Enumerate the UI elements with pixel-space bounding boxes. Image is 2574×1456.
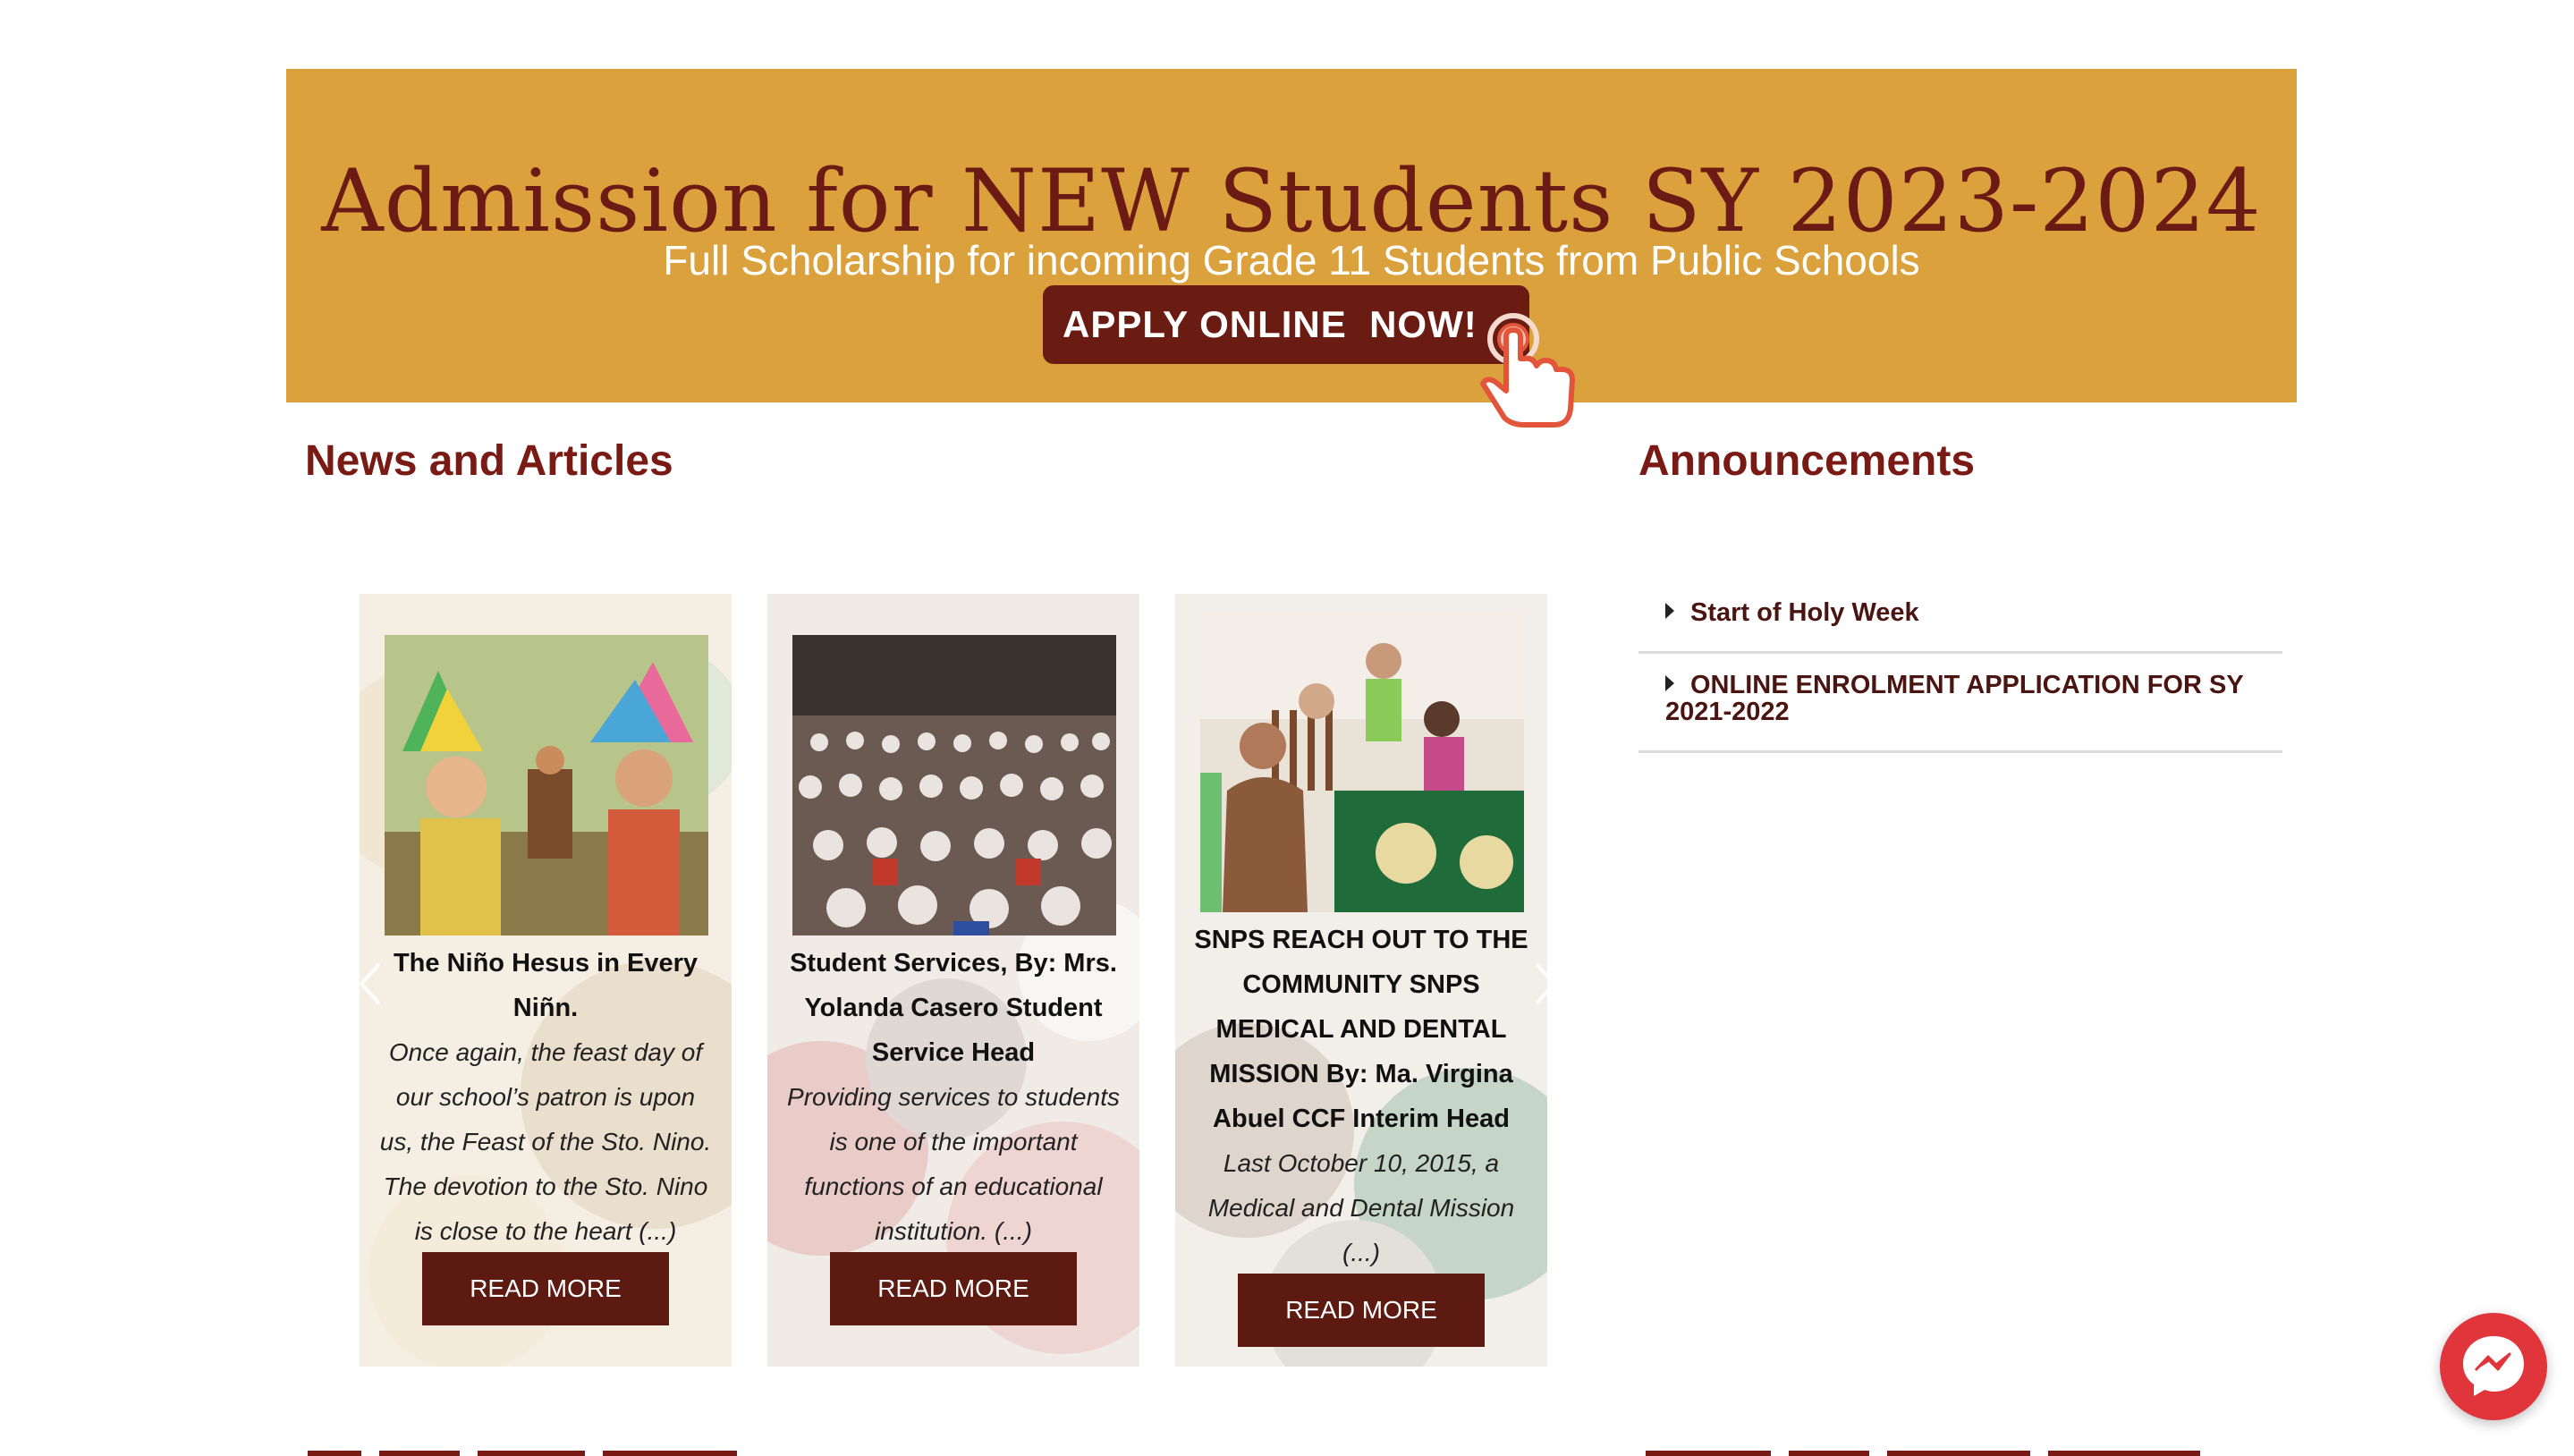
card-title[interactable]: Student Services, By: Mrs. Yolanda Caser…	[785, 941, 1122, 1075]
messenger-chat-button[interactable]	[2440, 1313, 2547, 1420]
apply-online-label: APPLY ONLINE NOW!	[1063, 303, 1478, 345]
announcement-item[interactable]: Start of Holy Week	[1638, 581, 2282, 654]
news-card: The Niño Hesus in Every Niñn. Once again…	[360, 594, 732, 1367]
apply-online-button[interactable]: APPLY ONLINE NOW!	[1043, 285, 1575, 427]
news-card: Student Services, By: Mrs. Yolanda Caser…	[767, 594, 1139, 1367]
card-title[interactable]: The Niño Hesus in Every Niñn.	[377, 941, 714, 1030]
read-more-button[interactable]: READ MORE	[830, 1252, 1077, 1325]
festival-dancers-photo	[385, 635, 708, 935]
card-excerpt: Once again, the feast day of our school’…	[379, 1038, 712, 1245]
read-more-button[interactable]: READ MORE	[422, 1252, 669, 1325]
news-heading: News and Articles	[305, 437, 673, 485]
caret-right-icon	[1665, 603, 1674, 619]
hand-pointer-icon	[1480, 313, 1575, 427]
card-excerpt: Providing services to students is one of…	[787, 1083, 1120, 1245]
announcement-label: ONLINE ENROLMENT APPLICATION FOR SY 2021…	[1665, 671, 2244, 726]
news-carousel: The Niño Hesus in Every Niñn. Once again…	[351, 594, 1549, 1367]
announcement-item[interactable]: ONLINE ENROLMENT APPLICATION FOR SY 2021…	[1638, 654, 2282, 753]
student-assembly-photo	[792, 635, 1116, 935]
announcement-label: Start of Holy Week	[1690, 598, 1919, 627]
chevron-left-icon[interactable]	[354, 957, 390, 1011]
medical-mission-photo	[1200, 612, 1524, 912]
chevron-right-icon[interactable]	[1526, 957, 1562, 1011]
card-excerpt: Last October 10, 2015, a Medical and Den…	[1207, 1149, 1515, 1266]
messenger-icon	[2463, 1336, 2524, 1396]
cut-off-heading	[1646, 1440, 2200, 1456]
card-title[interactable]: SNPS REACH OUT TO THE COMMUNITY SNPS MED…	[1193, 918, 1529, 1141]
admission-banner: Admission for NEW Students SY 2023-2024 …	[286, 69, 2297, 427]
announcements-heading: Announcements	[1638, 437, 1976, 485]
cut-off-heading	[308, 1440, 737, 1456]
news-card: SNPS REACH OUT TO THE COMMUNITY SNPS MED…	[1175, 594, 1547, 1367]
read-more-button[interactable]: READ MORE	[1238, 1274, 1485, 1347]
caret-right-icon	[1665, 675, 1674, 691]
announcements-list: Start of Holy Week ONLINE ENROLMENT APPL…	[1638, 581, 2282, 753]
banner-subtitle: Full Scholarship for incoming Grade 11 S…	[663, 237, 1920, 284]
